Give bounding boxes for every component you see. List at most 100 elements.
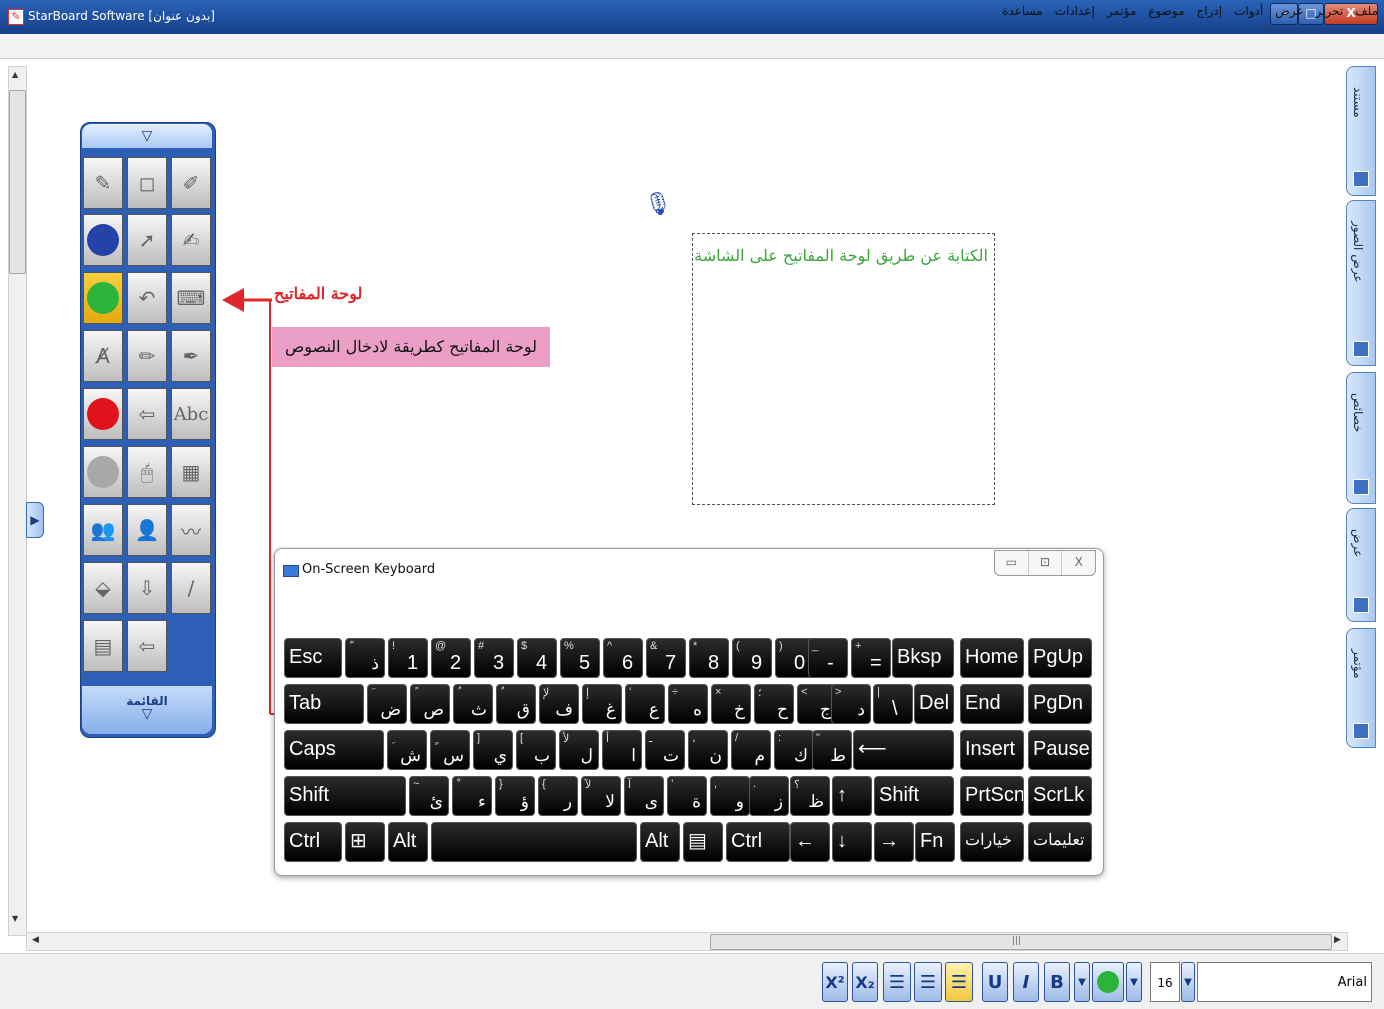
key-b[interactable]: لآ لا bbox=[581, 776, 621, 816]
scroll-up-arrow-icon[interactable]: ▲ bbox=[12, 70, 18, 79]
key-g[interactable]: لأ ل bbox=[559, 730, 599, 770]
key-right-shift[interactable]: Shift bbox=[874, 776, 954, 816]
key-up-arrow[interactable]: ↑ bbox=[832, 776, 872, 816]
menu-tools[interactable]: أدوات bbox=[1234, 4, 1263, 18]
key-tilde[interactable]: ّذ bbox=[345, 638, 385, 678]
superscript-button[interactable]: X² bbox=[822, 962, 848, 1002]
subscript-button[interactable]: X₂ bbox=[852, 962, 878, 1002]
exit-icon[interactable]: ⇦ bbox=[127, 620, 167, 672]
menu-view[interactable]: عرض bbox=[1275, 4, 1303, 18]
key-8[interactable]: * 8 bbox=[689, 638, 729, 678]
users-icon[interactable]: 👥 bbox=[83, 504, 123, 556]
key-l[interactable]: / م bbox=[731, 730, 771, 770]
osk-close-button[interactable]: X bbox=[1062, 551, 1095, 575]
key-windows[interactable]: ⊞ bbox=[345, 822, 385, 862]
signature-icon[interactable]: 〰 bbox=[171, 504, 211, 556]
key-enter[interactable]: ⟵ bbox=[853, 730, 954, 770]
menu-help[interactable]: مساعدة bbox=[1002, 4, 1043, 18]
mouse-icon[interactable]: 🖱 bbox=[127, 446, 167, 498]
key-pgup[interactable]: PgUp bbox=[1028, 638, 1092, 678]
key-space[interactable] bbox=[431, 822, 637, 862]
text-color-button[interactable] bbox=[1092, 962, 1124, 1002]
key-u[interactable]: ‘ع bbox=[625, 684, 665, 724]
key-z[interactable]: ~ ئ bbox=[409, 776, 449, 816]
key-menu[interactable]: ▤ bbox=[683, 822, 723, 862]
chevron-down-icon[interactable]: ▼ bbox=[1181, 962, 1195, 1002]
key-esc[interactable]: Esc bbox=[284, 638, 342, 678]
key-home[interactable]: Home bbox=[960, 638, 1024, 678]
key-v[interactable]: {ر bbox=[538, 776, 578, 816]
key-down-arrow[interactable]: ↓ bbox=[832, 822, 872, 862]
key-pause[interactable]: Pause bbox=[1028, 730, 1092, 770]
key-pgdn[interactable]: PgDn bbox=[1028, 684, 1092, 724]
red-color-button[interactable] bbox=[83, 388, 123, 440]
align-center-icon[interactable]: ☰ bbox=[914, 962, 942, 1002]
menu-conference[interactable]: مؤتمر bbox=[1107, 4, 1137, 18]
key-k[interactable]: ، ن bbox=[688, 730, 728, 770]
osk-maximize-button[interactable]: ⊡ bbox=[1029, 551, 1063, 575]
highlighter-icon[interactable]: ✒ bbox=[171, 330, 211, 382]
menu-file[interactable]: ملف bbox=[1355, 4, 1378, 18]
key-j[interactable]: ـت bbox=[645, 730, 685, 770]
key-f[interactable]: [ب bbox=[516, 730, 556, 770]
key-3[interactable]: #3 bbox=[474, 638, 514, 678]
key-del[interactable]: Del bbox=[914, 684, 954, 724]
key-s[interactable]: ٍس bbox=[430, 730, 470, 770]
scroll-right-arrow-icon[interactable]: ▶ bbox=[1334, 935, 1341, 945]
import-icon[interactable]: ⇩ bbox=[127, 562, 167, 614]
tab-image-view[interactable]: عرض الصور bbox=[1346, 200, 1376, 366]
key-y[interactable]: إغ bbox=[582, 684, 622, 724]
green-color-button[interactable] bbox=[83, 272, 123, 324]
key-left-alt[interactable]: Alt bbox=[388, 822, 428, 862]
key-x[interactable]: ْء bbox=[452, 776, 492, 816]
key-left-shift[interactable]: Shift bbox=[284, 776, 406, 816]
menu-insert[interactable]: إدراج bbox=[1197, 4, 1223, 18]
microphone-icon[interactable]: 🎙 bbox=[644, 192, 672, 222]
key-right-ctrl[interactable]: Ctrl bbox=[726, 822, 790, 862]
key-comma[interactable]: ,و bbox=[710, 776, 750, 816]
scroll-down-arrow-icon[interactable]: ▼ bbox=[12, 914, 18, 923]
layout-icon[interactable]: ▦ bbox=[171, 446, 211, 498]
key-w[interactable]: ًص bbox=[410, 684, 450, 724]
key-minus[interactable]: _ - bbox=[808, 638, 848, 678]
menu-settings[interactable]: إعدادات bbox=[1055, 4, 1095, 18]
key-insert[interactable]: Insert bbox=[960, 730, 1024, 770]
key-tab[interactable]: Tab bbox=[284, 684, 364, 724]
palette-collapse-icon[interactable]: ▽ bbox=[82, 124, 212, 148]
text-tool-button[interactable]: Abc bbox=[171, 388, 211, 440]
key-p[interactable]: ؛ ح bbox=[754, 684, 794, 724]
key-r[interactable]: ٌق bbox=[496, 684, 536, 724]
key-scrlk[interactable]: ScrLk bbox=[1028, 776, 1092, 816]
blue-color-button[interactable] bbox=[83, 214, 123, 266]
key-period[interactable]: .ز bbox=[749, 776, 789, 816]
underline-button[interactable]: U bbox=[982, 962, 1008, 1002]
eraser-icon[interactable]: ✐ bbox=[171, 157, 211, 209]
undo-icon[interactable]: ↶ bbox=[127, 272, 167, 324]
align-right-icon[interactable]: ☰ bbox=[945, 962, 973, 1002]
chevron-down-icon[interactable]: ▼ bbox=[1074, 962, 1090, 1002]
key-i[interactable]: ÷ ه bbox=[668, 684, 708, 724]
key-2[interactable]: @2 bbox=[431, 638, 471, 678]
key-prtscn[interactable]: PrtScn bbox=[960, 776, 1024, 816]
key-a[interactable]: ِش bbox=[387, 730, 427, 770]
back-icon[interactable]: ⇦ bbox=[127, 388, 167, 440]
key-fn[interactable]: Fn bbox=[915, 822, 955, 862]
key-5[interactable]: % 5 bbox=[560, 638, 600, 678]
key-1[interactable]: ! 1 bbox=[388, 638, 428, 678]
osk-minimize-button[interactable]: ▭ bbox=[995, 551, 1029, 575]
bold-button[interactable]: B bbox=[1044, 962, 1070, 1002]
key-backslash[interactable]: | \ bbox=[873, 684, 913, 724]
key-caps[interactable]: Caps bbox=[284, 730, 384, 770]
canvas-text-box[interactable]: الكتابة عن طريق لوحة المفاتيح على الشاشة bbox=[692, 233, 995, 505]
align-left-icon[interactable]: ☰ bbox=[883, 962, 911, 1002]
key-q[interactable]: َض bbox=[367, 684, 407, 724]
key-quote[interactable]: " ط bbox=[812, 730, 852, 770]
key-left-ctrl[interactable]: Ctrl bbox=[284, 822, 342, 862]
tab-conference[interactable]: مؤتمر bbox=[1346, 628, 1376, 748]
key-6[interactable]: ^ 6 bbox=[603, 638, 643, 678]
pages-icon[interactable]: ▤ bbox=[83, 620, 123, 672]
scroll-left-arrow-icon[interactable]: ◀ bbox=[32, 935, 39, 945]
handwriting-icon[interactable]: A̸ bbox=[83, 330, 123, 382]
font-size-field[interactable]: 16 bbox=[1150, 962, 1180, 1002]
keyboard-icon[interactable]: ⌨ bbox=[171, 272, 211, 324]
